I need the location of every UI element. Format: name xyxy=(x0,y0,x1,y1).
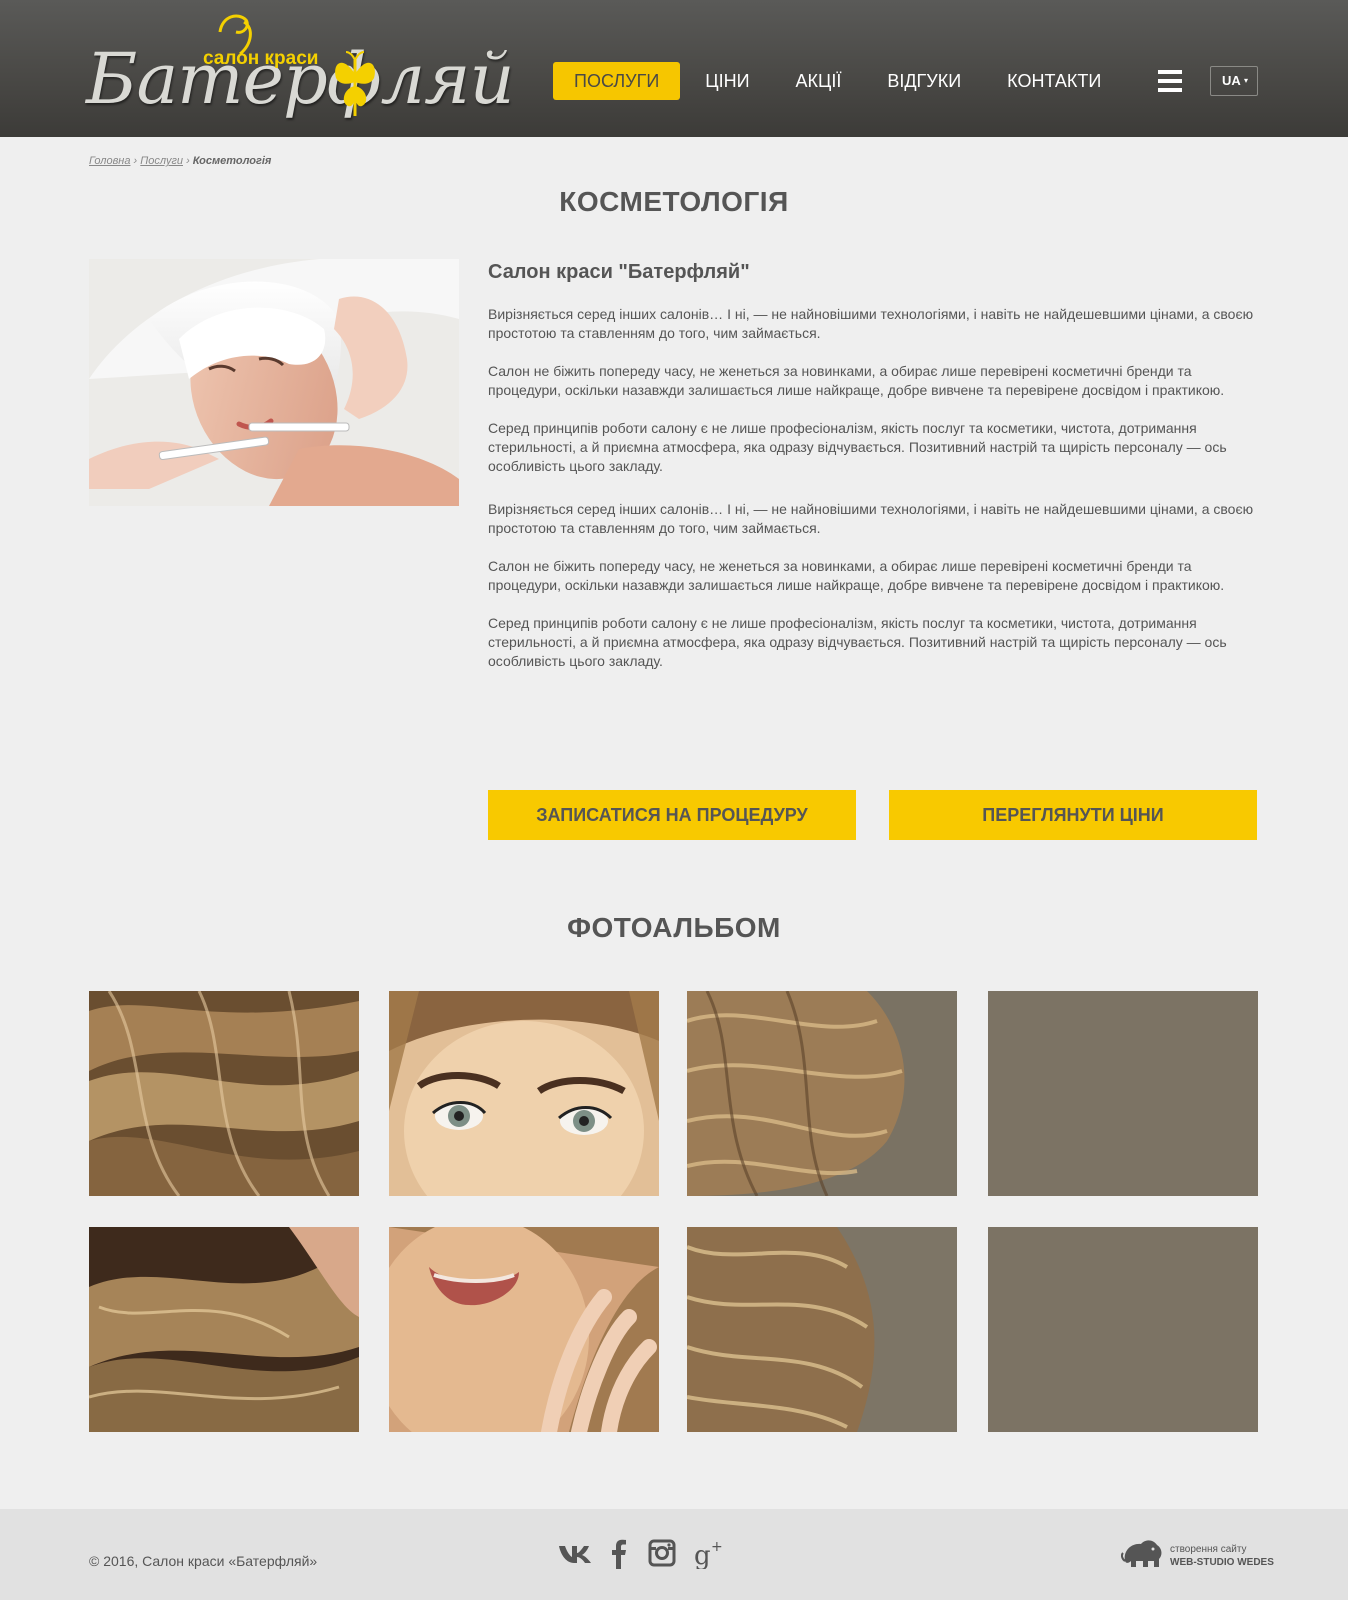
article-paragraph: Вирізняється серед інших салонів… І ні, … xyxy=(488,501,1254,536)
breadcrumb-home[interactable]: Головна xyxy=(89,155,130,167)
studio-caption: створення сайту xyxy=(1170,1544,1247,1555)
caret-down-icon: ▾ xyxy=(1243,76,1248,85)
butterfly-icon xyxy=(335,51,375,116)
nav-item-services[interactable]: ПОСЛУГИ xyxy=(553,62,681,100)
view-prices-button[interactable]: ПЕРЕГЛЯНУТИ ЦІНИ xyxy=(889,790,1257,840)
main-nav: ПОСЛУГИ ЦІНИ АКЦІЇ ВІДГУКИ КОНТАКТИ xyxy=(553,62,1126,100)
svg-text:+: + xyxy=(711,1539,723,1555)
instagram-icon[interactable] xyxy=(648,1537,676,1569)
article-paragraph: Серед принципів роботи салону є не лише … xyxy=(488,420,1227,474)
album-photo[interactable] xyxy=(687,991,957,1196)
copyright: © 2016, Салон краси «Батерфляй» xyxy=(89,1553,318,1569)
breadcrumb-current: Косметологія xyxy=(192,155,272,167)
album-photo[interactable] xyxy=(988,991,1258,1196)
article-paragraph: Салон не біжить попереду часу, не жeнеть… xyxy=(488,558,1225,593)
album-photo[interactable] xyxy=(89,1227,359,1432)
album-photo[interactable] xyxy=(988,1227,1258,1432)
elephant-icon xyxy=(1120,1540,1162,1567)
nav-item-prices[interactable]: ЦІНИ xyxy=(684,62,770,100)
language-selector[interactable]: UA ▾ xyxy=(1210,66,1258,96)
site-footer: © 2016, Салон краси «Батерфляй» g + ство… xyxy=(0,1509,1348,1600)
site-header: Батерфляй салон краси ПОСЛУГИ ЦІНИ АКЦІЇ… xyxy=(0,0,1348,137)
language-label: UA xyxy=(1222,73,1241,88)
vk-icon[interactable] xyxy=(558,1537,592,1569)
album-photo[interactable] xyxy=(389,991,659,1196)
nav-item-reviews[interactable]: ВІДГУКИ xyxy=(866,62,982,100)
article: Салон краси "Батерфляй" Вирізняється сер… xyxy=(488,261,1263,690)
breadcrumb-separator: › xyxy=(133,155,138,167)
logo-tagline: салон краси xyxy=(203,48,319,69)
svg-text:g: g xyxy=(694,1541,711,1569)
article-paragraph: Салон не біжить попереду часу, не жeнеть… xyxy=(488,363,1225,398)
book-procedure-button[interactable]: ЗАПИСАТИСЯ НА ПРОЦЕДУРУ xyxy=(488,790,856,840)
nav-item-contacts[interactable]: КОНТАКТИ xyxy=(986,62,1122,100)
album-photo[interactable] xyxy=(687,1227,957,1432)
facebook-icon[interactable] xyxy=(610,1537,628,1569)
album-title: ФОТОАЛЬБОМ xyxy=(567,912,781,943)
breadcrumb: Головна › Послуги › Косметологія xyxy=(89,155,271,167)
nav-item-promotions[interactable]: АКЦІЇ xyxy=(775,62,863,100)
article-heading: Салон краси "Батерфляй" xyxy=(488,261,750,283)
album-photo[interactable] xyxy=(389,1227,659,1432)
page-title: КОСМЕТОЛОГІЯ xyxy=(559,186,789,217)
logo[interactable]: Батерфляй салон краси xyxy=(86,10,515,128)
web-studio-link[interactable]: створення сайту WEB-STUDIO WEDES xyxy=(1120,1537,1274,1573)
procedure-photo xyxy=(89,259,459,506)
breadcrumb-separator: › xyxy=(186,155,190,167)
album-photo[interactable] xyxy=(89,991,359,1196)
article-paragraph: Серед принципів роботи салону є не лише … xyxy=(488,615,1227,669)
hamburger-icon[interactable] xyxy=(1158,70,1182,92)
google-plus-icon[interactable]: g + xyxy=(694,1537,726,1569)
article-paragraph: Вирізняється серед інших салонів… І ні, … xyxy=(488,306,1254,341)
breadcrumb-services[interactable]: Послуги xyxy=(140,155,183,167)
studio-name: WEB-STUDIO WEDES xyxy=(1170,1557,1274,1568)
